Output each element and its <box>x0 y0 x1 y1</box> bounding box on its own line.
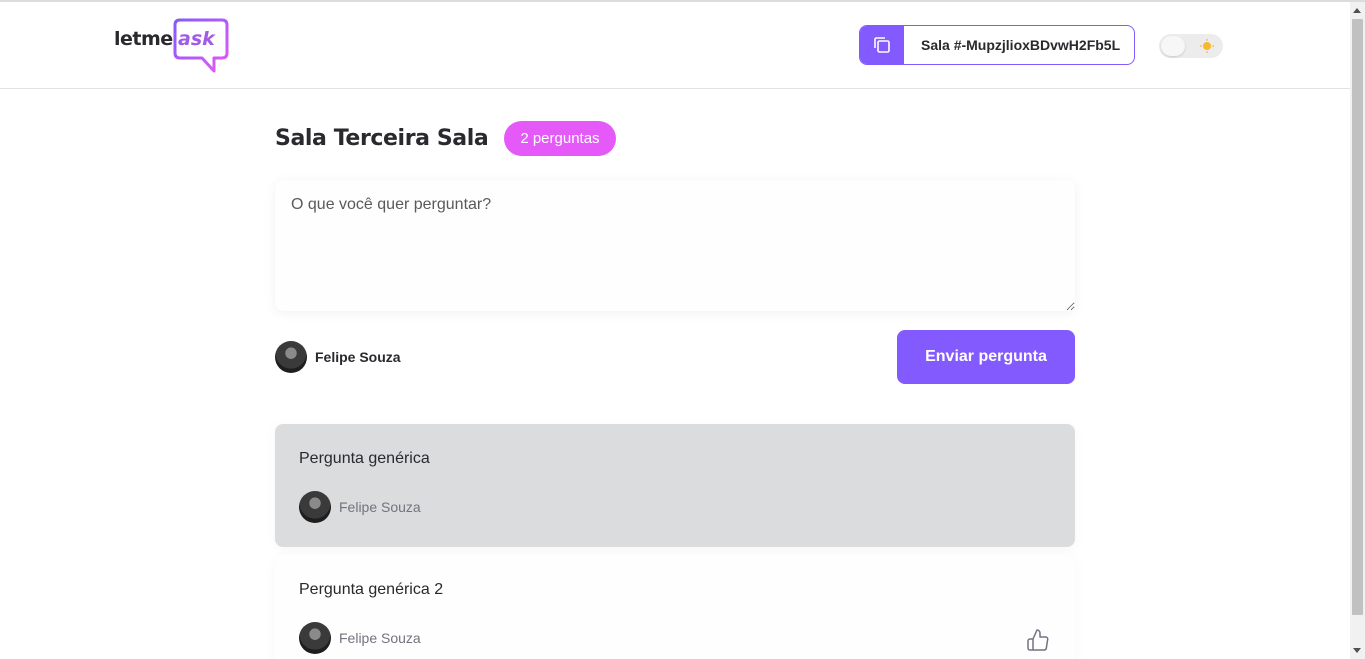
toggle-knob <box>1161 36 1185 56</box>
room-title: Sala Terceira Sala <box>275 126 489 151</box>
avatar <box>299 491 331 523</box>
user-info: Felipe Souza <box>275 341 401 373</box>
page-header: letme ask Sala #-MupzjlioxBDvwH2Fb5L <box>0 2 1350 89</box>
question-author-info: Felipe Souza <box>299 491 421 523</box>
copy-icon <box>860 26 904 64</box>
question-card: Pergunta genérica 2 Felipe Souza <box>275 555 1075 659</box>
room-code-text: Sala #-MupzjlioxBDvwH2Fb5L <box>921 37 1121 53</box>
room-code-copy-button[interactable]: Sala #-MupzjlioxBDvwH2Fb5L <box>859 25 1135 65</box>
thumbs-up-icon <box>1027 629 1049 651</box>
room-title-row: Sala Terceira Sala 2 perguntas <box>275 121 616 156</box>
letmeask-logo[interactable]: letme ask <box>114 18 230 74</box>
question-author-name: Felipe Souza <box>339 630 421 646</box>
scroll-down-arrow-icon[interactable] <box>1353 648 1361 653</box>
send-question-button[interactable]: Enviar pergunta <box>897 330 1075 384</box>
vertical-scrollbar[interactable] <box>1350 2 1365 659</box>
user-name: Felipe Souza <box>315 349 401 365</box>
question-textarea[interactable] <box>275 180 1075 311</box>
logo-text-ask: ask <box>178 28 215 50</box>
like-button[interactable] <box>1025 628 1051 654</box>
question-content: Pergunta genérica 2 <box>299 581 444 598</box>
question-author-info: Felipe Souza <box>299 622 421 654</box>
scrollbar-thumb[interactable] <box>1352 19 1363 615</box>
scroll-up-arrow-icon[interactable] <box>1353 8 1361 13</box>
sun-icon <box>1200 39 1214 53</box>
avatar <box>275 341 307 373</box>
question-card: Pergunta genérica Felipe Souza <box>275 424 1075 547</box>
question-content: Pergunta genérica <box>299 450 430 467</box>
theme-toggle[interactable] <box>1159 34 1223 58</box>
question-form-footer: Felipe Souza Enviar pergunta <box>275 330 1075 384</box>
avatar <box>299 622 331 654</box>
question-count-badge: 2 perguntas <box>504 121 616 156</box>
question-author-name: Felipe Souza <box>339 499 421 515</box>
question-list: Pergunta genérica Felipe Souza Pergunta … <box>275 424 1075 659</box>
logo-text-letme: letme <box>114 28 173 50</box>
